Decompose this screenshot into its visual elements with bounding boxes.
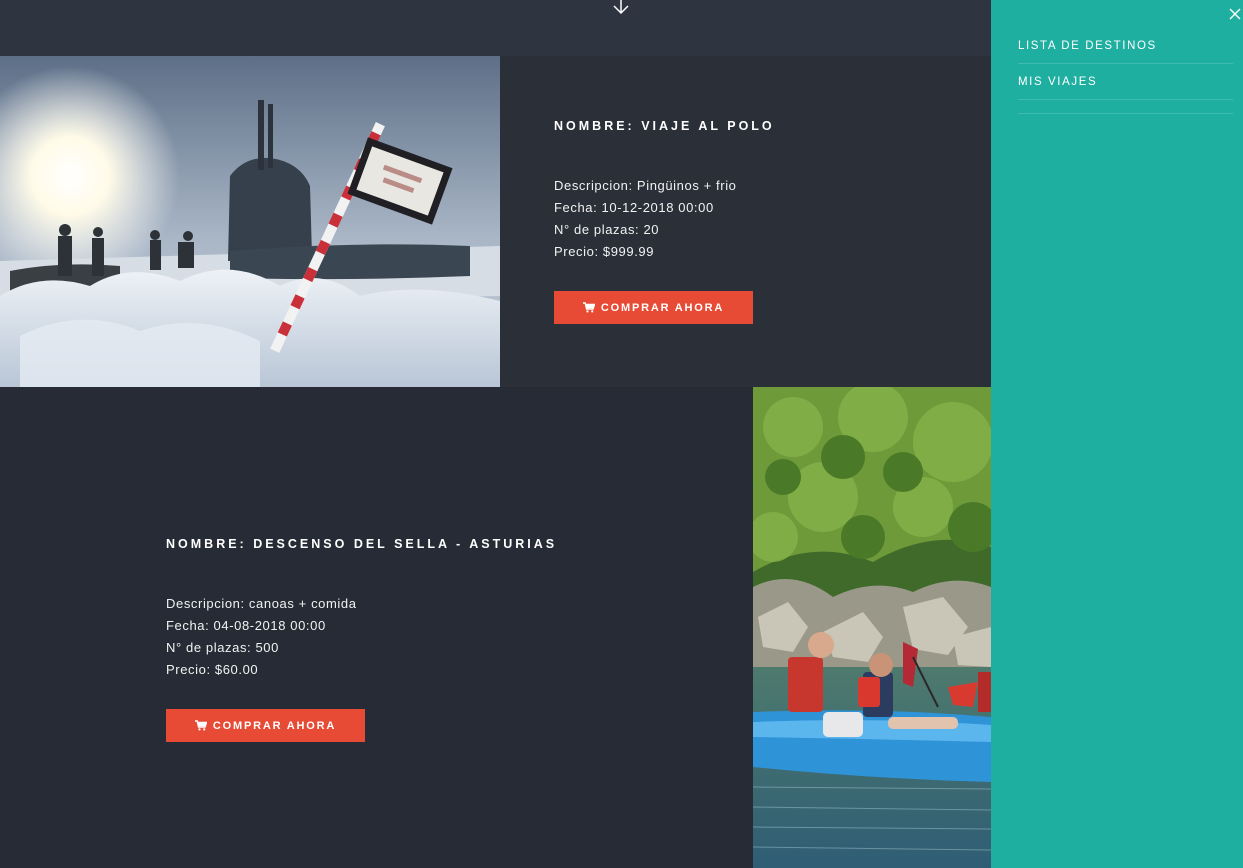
trip-description: Descripcion: Pingüinos + frio [554, 178, 737, 193]
close-icon[interactable] [1228, 7, 1242, 21]
trip-card-polo: Nombre: Viaje al Polo Descripcion: Pingü… [0, 56, 991, 387]
sidebar-item-my-trips[interactable]: Mis viajes [1018, 64, 1233, 100]
buy-now-label: Comprar ahora [212, 719, 337, 732]
trip-seats: N° de plazas: 20 [554, 222, 660, 237]
trip-date: Fecha: 10-12-2018 00:00 [554, 200, 714, 215]
buy-now-button[interactable]: Comprar ahora [554, 291, 753, 324]
trip-seats: N° de plazas: 500 [166, 640, 279, 655]
trip-info-sella: Nombre: Descenso del Sella - Asturias De… [166, 537, 557, 742]
trip-image-sella [753, 387, 991, 868]
cart-icon [582, 302, 595, 313]
menu-divider [1018, 100, 1233, 114]
cart-icon [194, 720, 207, 731]
buy-now-button[interactable]: Comprar ahora [166, 709, 365, 742]
arrow-down-icon[interactable] [611, 0, 631, 16]
trip-details: Descripcion: Pingüinos + frio Fecha: 10-… [554, 175, 775, 263]
trip-price: Precio: $60.00 [166, 662, 259, 677]
main-content: Nombre: Viaje al Polo Descripcion: Pingü… [0, 0, 991, 868]
trip-title: Nombre: Descenso del Sella - Asturias [166, 537, 558, 551]
sidebar-menu: Lista de destinos Mis viajes [1018, 28, 1233, 114]
top-bar [0, 0, 991, 56]
trip-price: Precio: $999.99 [554, 244, 655, 259]
trip-details: Descripcion: canoas + comida Fecha: 04-0… [166, 593, 557, 681]
sidebar: Lista de destinos Mis viajes [991, 0, 1243, 868]
trip-info-polo: Nombre: Viaje al Polo Descripcion: Pingü… [554, 119, 775, 324]
buy-now-label: Comprar ahora [600, 301, 725, 314]
trip-title: Nombre: Viaje al Polo [554, 119, 775, 133]
trip-description: Descripcion: canoas + comida [166, 596, 357, 611]
trip-image-polo [0, 56, 500, 387]
trip-card-sella: Nombre: Descenso del Sella - Asturias De… [0, 387, 991, 868]
sidebar-item-destinations[interactable]: Lista de destinos [1018, 28, 1233, 64]
trip-date: Fecha: 04-08-2018 00:00 [166, 618, 326, 633]
